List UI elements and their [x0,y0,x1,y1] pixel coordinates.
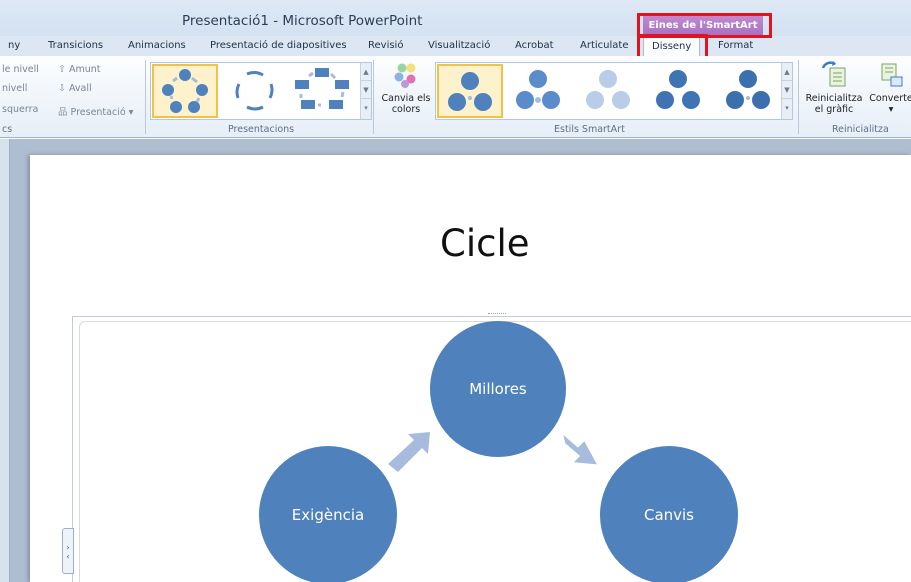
tab-animations[interactable]: Animacions [128,40,186,51]
group-separator [145,60,146,134]
arrow-down-icon: ⇩ [58,83,66,94]
convert-dropdown-icon: ▾ [888,104,894,115]
demote-button[interactable]: nivell [2,83,27,94]
arrow-exigencia-to-millores[interactable] [388,432,430,472]
create-graphic-group-label: cs [2,124,13,135]
frame-resize-handle[interactable] [488,313,506,318]
arrow-up-icon: ⇧ [58,64,66,75]
promote-label: le nivell [2,64,39,75]
gallery-more-icon[interactable]: ▾ [361,99,371,117]
color-palette-icon [394,63,416,88]
window-title: Presentació1 - Microsoft PowerPoint [182,13,423,29]
demote-label: nivell [2,83,28,94]
layouts-gallery-scroll[interactable]: ▲ ▼ ▾ [360,63,371,119]
text-pane-toggle[interactable]: › ‹ [62,528,74,574]
layouts-group-label: Presentacions [228,124,295,135]
node-canvis-label: Canvis [643,506,695,524]
move-up-button[interactable]: ⇧ Amunt [58,64,101,75]
tab-articulate[interactable]: Articulate [580,40,628,51]
tab-design-partial[interactable]: ny [8,40,20,51]
change-colors-button[interactable]: Canvia els colors [378,60,434,122]
expand-arrow-icon: › [66,543,70,552]
tab-review[interactable]: Revisió [368,40,403,51]
layout-text-cycle[interactable] [223,64,289,118]
move-up-label: Amunt [68,64,101,75]
style-subtle-effect[interactable] [577,64,643,118]
styles-gallery-scroll[interactable]: ▲ ▼ ▾ [781,63,792,119]
style-white-outline[interactable] [507,64,573,118]
tab-slide-show[interactable]: Presentació de diapositives [210,40,347,51]
tab-view[interactable]: Visualització [428,40,490,51]
slide-title[interactable]: Cicle [440,222,530,265]
smartart-styles-gallery: ▲ ▼ ▾ [435,62,793,120]
style-intense-effect[interactable] [717,64,783,118]
layout-button[interactable]: 品 Presentació ▾ [58,104,133,118]
group-separator [373,60,374,134]
slides-pane-edge[interactable] [0,139,10,582]
styles-group-label: Estils SmartArt [554,124,625,135]
move-down-label: Avall [68,83,92,94]
scroll-down-icon[interactable]: ▼ [361,81,371,99]
tab-acrobat[interactable]: Acrobat [515,40,554,51]
layout-block-cycle[interactable] [291,64,357,118]
reset-graphic-label: Reinicialitza el gràfic [805,93,863,115]
node-canvis[interactable]: Canvis [600,446,738,582]
right-to-left-button[interactable]: squerra [2,104,38,115]
scroll-down-icon[interactable]: ▼ [782,81,792,99]
convert-label: Converte [869,93,911,104]
powerpoint-window: Presentació1 - Microsoft PowerPoint Eine… [0,0,911,582]
reset-graphic-icon [821,61,846,87]
arrow-millores-to-canvis[interactable] [563,435,597,465]
group-separator [798,60,799,134]
layout-basic-cycle[interactable] [152,64,218,118]
ribbon: le nivell nivell squerra ⇧ Amunt ⇩ Avall 品… [0,56,911,138]
convert-button[interactable]: Converte ▾ [866,60,911,122]
layouts-gallery: ▲ ▼ ▾ [150,62,372,120]
style-moderate-effect[interactable] [647,64,713,118]
style-simple-fill[interactable] [437,64,503,118]
node-millores[interactable]: Millores [430,321,566,457]
scroll-up-icon[interactable]: ▲ [361,63,371,81]
title-bar: Presentació1 - Microsoft PowerPoint Eine… [0,0,911,36]
ribbon-tab-row: ny Transicions Animacions Presentació de… [0,36,911,57]
node-millores-label: Millores [469,380,527,398]
node-exigencia-label: Exigència [291,506,365,524]
collapse-arrow-icon: ‹ [66,552,70,561]
node-exigencia[interactable]: Exigència [259,446,397,582]
gallery-more-icon[interactable]: ▾ [782,99,792,117]
scroll-up-icon[interactable]: ▲ [782,63,792,81]
reset-group-label: Reinicialitza [832,124,889,135]
reset-graphic-button[interactable]: Reinicialitza el gràfic [802,60,866,122]
change-colors-label: Canvia els colors [381,93,431,115]
org-chart-icon: 品 [58,107,68,118]
promote-button[interactable]: le nivell [2,64,39,75]
move-down-button[interactable]: ⇩ Avall [58,83,92,94]
tab-transitions[interactable]: Transicions [48,40,103,51]
layout-label: Presentació [70,107,126,118]
convert-icon [881,63,903,87]
tab-smartart-format[interactable]: Format [718,40,753,51]
right-to-left-label: squerra [2,104,39,115]
